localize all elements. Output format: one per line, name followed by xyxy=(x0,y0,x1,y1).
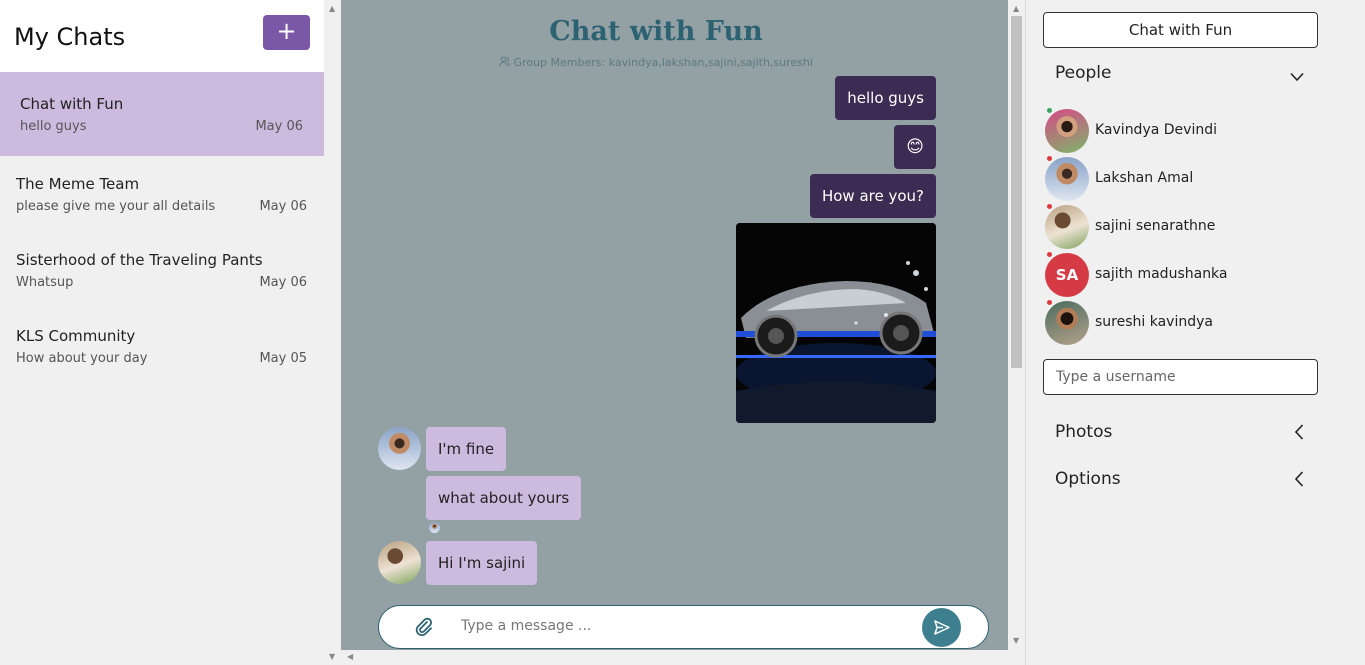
person-item[interactable]: Lakshan Amal xyxy=(1045,156,1305,202)
horizontal-scrollbar[interactable]: ◀ xyxy=(341,650,1008,665)
send-button[interactable] xyxy=(922,608,961,647)
chat-preview: hello guys xyxy=(20,119,87,134)
scroll-down-arrow-icon[interactable]: ▼ xyxy=(1013,636,1019,645)
person-name: Kavindya Devindi xyxy=(1095,122,1217,138)
offline-status-dot xyxy=(1047,300,1052,305)
person-item[interactable]: sureshi kavindya xyxy=(1045,300,1305,346)
chat-list-sidebar: My Chats + Chat with Fun hello guys May … xyxy=(0,0,341,665)
incoming-message[interactable]: Hi I'm sajini xyxy=(426,541,538,585)
lakshan-avatar[interactable] xyxy=(378,427,421,470)
chat-list-item[interactable]: Sisterhood of the Traveling Pants Whatsu… xyxy=(0,238,324,308)
scroll-left-arrow-icon[interactable]: ◀ xyxy=(347,652,353,661)
paperclip-icon[interactable] xyxy=(415,617,433,641)
chat-list-header: My Chats + xyxy=(0,0,324,72)
chat-date: May 05 xyxy=(259,351,307,366)
scroll-up-arrow-icon[interactable]: ▲ xyxy=(1013,4,1019,13)
person-item[interactable]: sajini senarathne xyxy=(1045,204,1305,250)
options-section-toggle[interactable]: Options xyxy=(1043,461,1318,497)
outgoing-message[interactable]: 😊 xyxy=(894,125,936,169)
chevron-down-icon xyxy=(1290,67,1304,86)
outgoing-message[interactable]: hello guys xyxy=(835,76,936,120)
photos-title: Photos xyxy=(1055,422,1113,442)
username-input[interactable] xyxy=(1043,359,1318,395)
members-icon xyxy=(499,56,514,69)
chat-preview: Whatsup xyxy=(16,275,74,290)
chat-list-item[interactable]: The Meme Team please give me your all de… xyxy=(0,162,324,232)
group-members-text: Group Members: kavindya,lakshan,sajini,s… xyxy=(513,56,813,69)
chat-date: May 06 xyxy=(259,275,307,290)
offline-status-dot xyxy=(1047,204,1052,209)
chevron-left-icon xyxy=(1294,424,1304,444)
chat-date: May 06 xyxy=(259,199,307,214)
sureshi-avatar xyxy=(1045,301,1089,345)
photos-section-toggle[interactable]: Photos xyxy=(1043,414,1318,450)
car-photo-message[interactable] xyxy=(736,223,936,423)
group-members: Group Members: kavindya,lakshan,sajini,s… xyxy=(341,56,971,69)
person-item[interactable]: Kavindya Devindi xyxy=(1045,108,1305,154)
chat-list-item[interactable]: KLS Community How about your day May 05 xyxy=(0,314,324,384)
message-composer xyxy=(378,605,989,649)
kavindya-avatar xyxy=(1045,109,1089,153)
person-name: sajini senarathne xyxy=(1095,218,1216,234)
send-icon xyxy=(934,620,950,635)
message-input[interactable] xyxy=(461,618,901,634)
scroll-up-arrow-icon[interactable]: ▲ xyxy=(329,4,335,13)
offline-status-dot xyxy=(1047,156,1052,161)
chat-name: The Meme Team xyxy=(16,175,140,193)
options-title: Options xyxy=(1055,469,1121,489)
chevron-left-icon xyxy=(1294,471,1304,491)
online-status-dot xyxy=(1047,108,1052,113)
person-name: Lakshan Amal xyxy=(1095,170,1194,186)
car-photo xyxy=(736,223,936,423)
people-section-toggle[interactable]: People xyxy=(1043,55,1318,91)
scroll-down-arrow-icon[interactable]: ▼ xyxy=(329,652,335,661)
chat-preview: please give me your all details xyxy=(16,199,216,214)
incoming-message[interactable]: what about yours xyxy=(426,476,582,520)
read-receipt-avatar xyxy=(429,522,440,533)
sajith-initials-avatar: SA xyxy=(1045,253,1089,297)
chat-name: Sisterhood of the Traveling Pants xyxy=(16,251,263,269)
outgoing-message[interactable]: How are you? xyxy=(809,174,936,218)
chat-name: KLS Community xyxy=(16,327,136,345)
chat-preview: How about your day xyxy=(16,351,148,366)
incoming-message[interactable]: I'm fine xyxy=(426,427,507,471)
person-name: sajith madushanka xyxy=(1095,266,1228,282)
person-item[interactable]: SA sajith madushanka xyxy=(1045,252,1305,298)
offline-status-dot xyxy=(1047,252,1052,257)
group-name-button[interactable]: Chat with Fun xyxy=(1043,12,1318,48)
lakshan-avatar xyxy=(1045,157,1089,201)
conversation-title: Chat with Fun xyxy=(549,16,763,47)
person-name: sureshi kavindya xyxy=(1095,314,1213,330)
scrollbar-thumb[interactable] xyxy=(1011,16,1022,368)
people-title: People xyxy=(1055,63,1112,83)
conversation-scrollbar[interactable]: ▲ ▼ xyxy=(1008,0,1025,665)
chat-list-item[interactable]: Chat with Fun hello guys May 06 xyxy=(0,72,324,156)
my-chats-title: My Chats xyxy=(14,23,126,51)
sidebar-scrollbar[interactable]: ▲ ▼ xyxy=(324,0,341,665)
chat-date: May 06 xyxy=(255,119,303,134)
conversation-panel: Chat with Fun Group Members: kavindya,la… xyxy=(341,0,1008,665)
chat-details-panel: Chat with Fun People Kavindya Devindi La… xyxy=(1025,0,1365,665)
chat-name: Chat with Fun xyxy=(20,95,124,113)
sajini-avatar[interactable] xyxy=(378,541,421,584)
new-chat-button[interactable]: + xyxy=(263,15,310,50)
sajini-avatar xyxy=(1045,205,1089,249)
